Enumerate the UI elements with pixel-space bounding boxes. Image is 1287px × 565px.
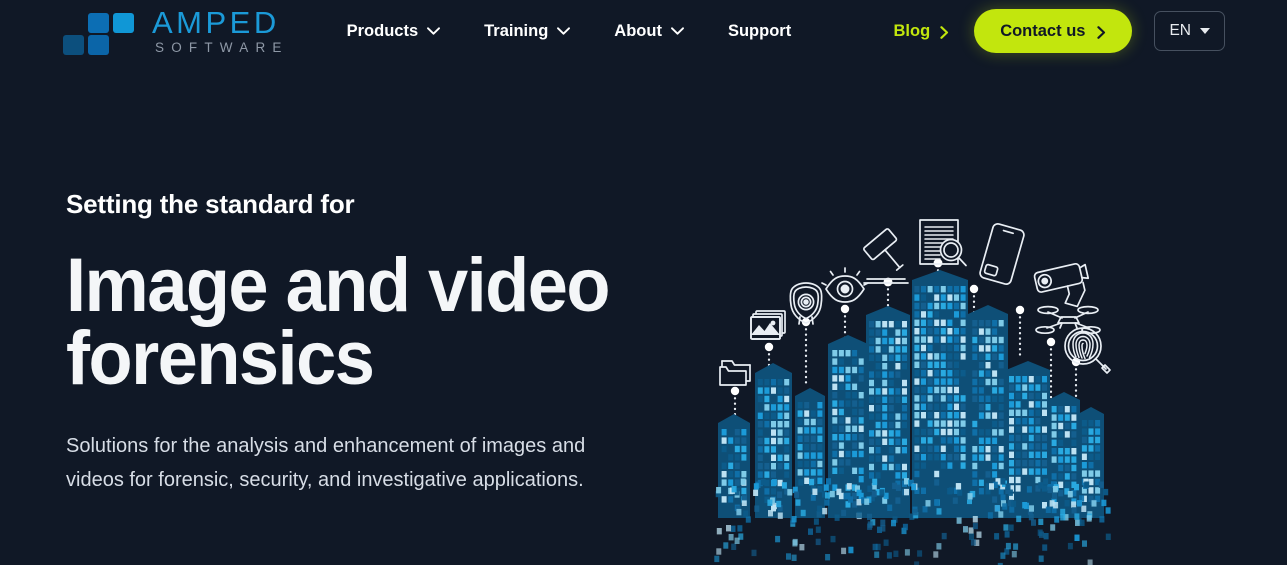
language-selector[interactable]: EN — [1154, 11, 1225, 51]
site-logo[interactable]: AMPED SOFTWARE — [63, 7, 289, 55]
caret-down-icon — [1200, 28, 1210, 34]
chevron-right-icon — [1097, 25, 1106, 39]
logo-square-top-right — [113, 13, 134, 33]
nav-item-products[interactable]: Products — [347, 16, 441, 47]
hero-eyebrow: Setting the standard for — [66, 189, 355, 219]
hero-headline-line2: forensics — [66, 316, 375, 402]
logo-mark-icon — [63, 9, 134, 55]
nav-item-about[interactable]: About — [614, 16, 684, 47]
blog-link-label: Blog — [893, 21, 931, 40]
logo-square-bottom-right — [88, 35, 109, 55]
fingerprint-search-icon — [1064, 327, 1111, 374]
chevron-down-icon — [671, 27, 684, 35]
chevron-down-icon — [427, 27, 441, 35]
police-badge-icon — [789, 282, 823, 325]
nav-label-products: Products — [346, 21, 419, 40]
hero-page: AMPED SOFTWARE Products Training About S… — [0, 0, 1287, 565]
logo-square-bottom-left — [63, 35, 84, 55]
document-search-icon — [919, 219, 967, 267]
logo-square-top-left — [88, 13, 109, 33]
hero-subcopy: Solutions for the analysis and enhanceme… — [66, 435, 586, 491]
chevron-right-icon — [940, 25, 949, 39]
gavel-icon — [863, 228, 909, 284]
main-navigation: Products Training About Support — [347, 16, 792, 47]
logo-software-text: SOFTWARE — [155, 40, 289, 56]
header-actions: Blog Contact us EN — [894, 0, 1287, 62]
eye-icon — [821, 267, 869, 303]
blog-link[interactable]: Blog — [894, 22, 950, 41]
nav-label-support: Support — [727, 21, 792, 40]
language-selector-label: EN — [1169, 22, 1191, 39]
hero-copy: Setting the standard for Image and video… — [66, 190, 686, 497]
site-header: AMPED SOFTWARE Products Training About S… — [0, 0, 1287, 62]
nav-item-support[interactable]: Support — [728, 16, 791, 47]
chevron-down-icon — [557, 27, 571, 35]
nav-label-training: Training — [484, 21, 549, 40]
forensic-city-skyline-illustration — [700, 218, 1120, 565]
smartphone-icon — [979, 223, 1025, 285]
hero-headline-line1: Image and video — [66, 242, 610, 328]
nav-item-training[interactable]: Training — [484, 16, 571, 47]
logo-amped-text: AMPED — [152, 5, 280, 41]
photos-icon — [750, 310, 786, 340]
hero-headline: Image and video forensics — [66, 242, 655, 402]
nav-label-about: About — [614, 21, 662, 40]
folder-icon — [719, 360, 751, 386]
contact-us-button[interactable]: Contact us — [974, 9, 1133, 53]
contact-us-label: Contact us — [1000, 21, 1086, 40]
logo-wordmark: AMPED SOFTWARE — [152, 7, 289, 55]
